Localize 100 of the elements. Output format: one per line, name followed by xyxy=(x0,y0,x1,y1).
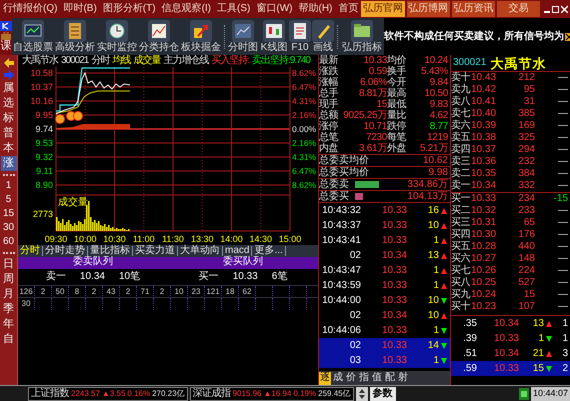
scroll-button[interactable] xyxy=(356,386,368,400)
order-label: 卖五 xyxy=(451,133,471,143)
toolbar-button[interactable]: K线图 xyxy=(259,19,289,54)
toolbar-button[interactable]: 弘历指标 xyxy=(340,19,384,54)
clock-text: 10:44:07 xyxy=(530,386,570,400)
tick-row[interactable]: 10:43:41 10.33 1 xyxy=(319,233,450,248)
toolbar-button[interactable]: 自选股票 xyxy=(12,19,54,54)
toolbar-button[interactable]: 分时图 xyxy=(227,19,259,54)
period-item[interactable]: 60 xyxy=(0,235,16,249)
index-name: 上证指数 xyxy=(31,388,69,398)
toolbar-button[interactable]: 板块掘金 xyxy=(180,19,222,54)
sidebar-item[interactable]: 属 xyxy=(0,81,16,96)
panel-tab[interactable]: 成 xyxy=(332,372,344,384)
nav-link[interactable]: 弘历资讯 xyxy=(452,1,495,17)
indicator-tab[interactable]: 量比指标 xyxy=(88,246,133,256)
index-amount: 259.45亿 xyxy=(318,390,351,398)
period-item[interactable]: 30 xyxy=(0,221,16,235)
sidebar-item[interactable]: 本 xyxy=(0,141,16,156)
tick-row[interactable]: 10:43:32 10.33 16 xyxy=(319,203,450,218)
tick-price: 10.33 xyxy=(380,206,407,216)
period-item[interactable]: 5 xyxy=(0,193,16,207)
menu-item[interactable]: 行情报价(Q) xyxy=(0,4,60,14)
axis-label: 9.53 xyxy=(35,138,53,148)
period-item[interactable]: 日 xyxy=(0,257,16,272)
toolbar-button[interactable]: 实时监控 xyxy=(96,19,138,54)
menu-item[interactable]: 即时(B) xyxy=(60,4,100,14)
sidebar-item[interactable]: 普 xyxy=(0,126,16,141)
sidebar-item[interactable]: 选 xyxy=(0,96,16,111)
menu-item[interactable]: 信息观察(I) xyxy=(158,4,214,14)
period-item[interactable]: 年 xyxy=(0,317,16,332)
trade-row[interactable]: .51 10.34 21 3 xyxy=(451,346,570,361)
arrow-up-icon xyxy=(190,20,212,42)
indicator-tab[interactable]: 更多... xyxy=(252,246,286,256)
tick-row[interactable]: 10:43:47 10.33 1 xyxy=(319,263,450,278)
menu-item[interactable]: 窗口(W) xyxy=(253,4,296,14)
stock-code: 300021 xyxy=(453,58,486,68)
period-item[interactable]: 15 xyxy=(0,207,16,221)
index-change: ▲16.94 xyxy=(264,390,292,398)
order-price: 10.25 xyxy=(471,278,498,288)
panel-tab[interactable]: 配 xyxy=(384,372,396,384)
menu-item[interactable]: 图形分析(T) xyxy=(100,4,159,14)
order-change: — xyxy=(557,206,568,216)
nav-link[interactable]: 交易 xyxy=(496,1,540,17)
tick-row[interactable]: 02 10.34 10 xyxy=(319,308,450,323)
settings-button[interactable]: 参数 xyxy=(370,386,396,400)
order-size: 62 xyxy=(242,288,252,296)
tick-row[interactable]: 10:44:06 10.33 1 xyxy=(319,323,450,338)
order-size: 30 xyxy=(22,300,30,308)
indicator-tab[interactable]: 分时 xyxy=(18,246,43,256)
tick-row[interactable]: 02 10.33 14 xyxy=(319,338,450,353)
toolbar-button[interactable]: F10 xyxy=(289,19,311,54)
period-item[interactable]: 1 xyxy=(0,179,16,193)
order-label: 卖三 xyxy=(451,157,471,167)
menu-item[interactable]: 首页 xyxy=(335,4,362,14)
axis-label: 8.90 xyxy=(35,180,53,190)
order-change: — xyxy=(557,218,568,228)
tick-row[interactable]: 10:43:59 10.33 1 xyxy=(319,278,450,293)
nav-link[interactable]: 弘历博网 xyxy=(406,1,450,17)
menu-item[interactable]: 帮助(H) xyxy=(295,4,336,14)
tick-row[interactable]: 03 10.33 1 xyxy=(319,353,450,368)
period-item[interactable]: 周 xyxy=(0,272,16,287)
panel-tab[interactable]: 价 xyxy=(345,372,357,384)
toolbar-button[interactable]: 高级分析 xyxy=(54,19,96,54)
candlestick-icon xyxy=(263,20,285,42)
clock-icon xyxy=(106,20,128,42)
order-volume: 224 xyxy=(517,266,535,276)
nav-link[interactable]: 弘历官网 xyxy=(361,1,405,17)
order-price: 10.41 xyxy=(471,97,498,107)
menu-item[interactable]: 工具(S) xyxy=(214,4,254,14)
trade-row[interactable]: .39 10.33 1 1 xyxy=(451,331,570,346)
indicator-tab[interactable]: 大单动向 xyxy=(178,246,223,256)
chart-header-text: 大禹节水 xyxy=(22,56,58,66)
toolbar-button[interactable]: 画线 xyxy=(311,19,335,54)
tick-time: 10:43:32 xyxy=(321,206,361,216)
toolbar-button[interactable]: 分类持仓 xyxy=(138,19,180,54)
tick-row[interactable]: 02 10.34 13 xyxy=(319,248,450,263)
trade-count: 1 xyxy=(561,334,568,344)
period-item[interactable]: 季 xyxy=(0,302,16,317)
stock-name: 大禹节水 xyxy=(490,56,546,70)
indicator-tab[interactable]: 买卖力道 xyxy=(133,246,178,256)
tick-row[interactable]: 10:43:37 10.33 10 xyxy=(319,218,450,233)
order-size: 50 xyxy=(56,288,64,296)
indicator-tab[interactable]: macd xyxy=(223,246,252,256)
panel-tab[interactable]: 射 xyxy=(397,372,409,384)
trade-row[interactable]: .59 10.33 15 2 xyxy=(451,361,570,376)
period-item[interactable]: 自 xyxy=(0,332,16,347)
order-size: 10 xyxy=(174,288,184,296)
sidebar-item[interactable]: 涨 xyxy=(0,156,16,171)
chart-header-text: 分时 xyxy=(91,56,110,66)
order-volume: 233 xyxy=(517,206,535,216)
panel-tab[interactable]: 指 xyxy=(358,372,370,384)
up-triangle-icon xyxy=(545,350,553,358)
period-item[interactable]: 月 xyxy=(0,287,16,302)
down-triangle-icon xyxy=(545,334,553,342)
indicator-tab[interactable]: 分时走势 xyxy=(43,246,88,256)
sidebar-item[interactable]: 标 xyxy=(0,111,16,126)
panel-tab[interactable]: 逐 xyxy=(319,372,331,384)
panel-tab[interactable]: 值 xyxy=(371,372,383,384)
trade-row[interactable]: .35 10.34 13 1 xyxy=(451,316,570,331)
tick-row[interactable]: 10:44:00 10.33 10 xyxy=(319,293,450,308)
